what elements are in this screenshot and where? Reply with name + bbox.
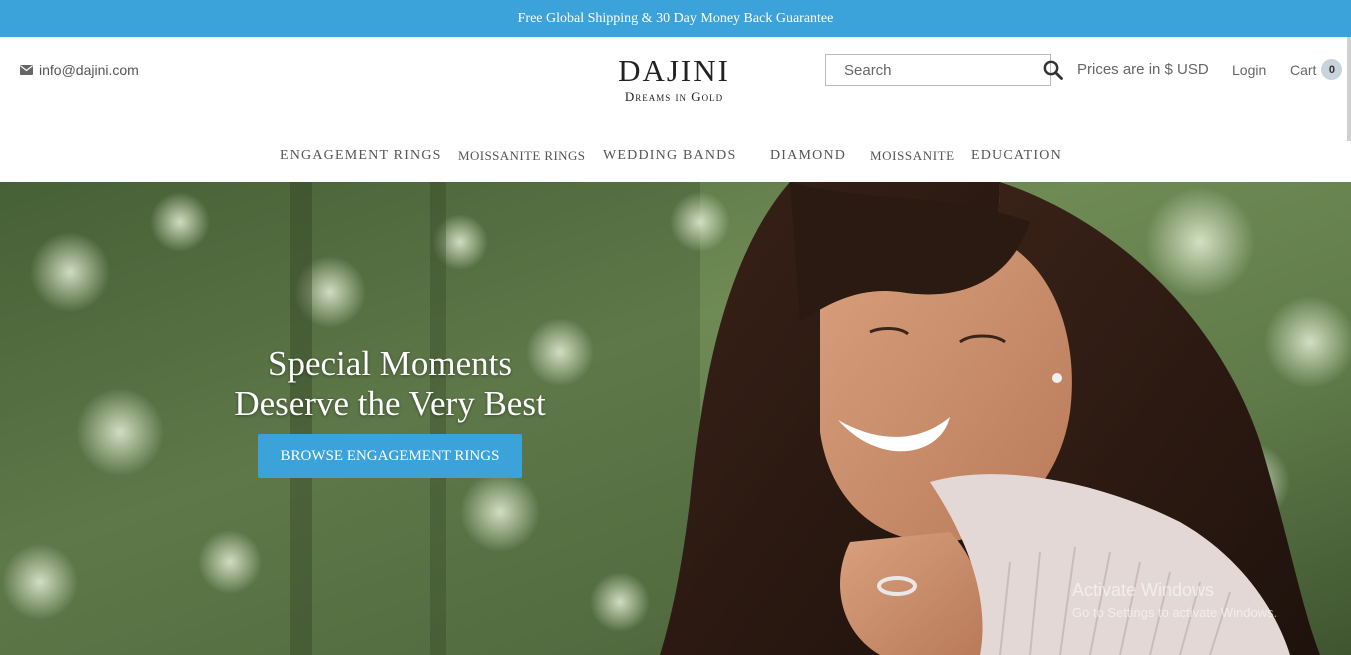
- cart-count-badge: 0: [1321, 59, 1343, 80]
- hero-title-line1: Special Moments: [268, 344, 512, 383]
- nav-moissanite[interactable]: MOISSANITE: [870, 148, 955, 164]
- search-box: [825, 54, 1063, 86]
- watermark-line1: Activate Windows: [1072, 580, 1215, 600]
- windows-activation-watermark: Activate Windows Go to Settings to activ…: [1072, 580, 1277, 620]
- site-logo[interactable]: DAJINI Dreams in Gold: [600, 53, 748, 105]
- hero-title-line2: Deserve the Very Best: [234, 384, 546, 423]
- contact-email-text: info@dajini.com: [39, 62, 139, 78]
- browse-engagement-rings-button[interactable]: BROWSE ENGAGEMENT RINGS: [258, 434, 522, 478]
- announcement-text: Free Global Shipping & 30 Day Money Back…: [517, 10, 834, 26]
- nav-wedding-bands[interactable]: WEDDING BANDS: [603, 148, 736, 164]
- contact-email-link[interactable]: info@dajini.com: [20, 62, 139, 78]
- logo-tagline: Dreams in Gold: [624, 89, 724, 104]
- nav-diamond[interactable]: DIAMOND: [770, 148, 846, 164]
- envelope-icon: [20, 65, 33, 75]
- login-link[interactable]: Login: [1232, 62, 1266, 78]
- cart-link[interactable]: Cart 0: [1290, 59, 1343, 80]
- hero-title: Special Moments Deserve the Very Best: [200, 344, 580, 424]
- currency-selector[interactable]: Prices are in $ USD: [1077, 61, 1209, 78]
- search-icon[interactable]: [1043, 55, 1063, 85]
- nav-engagement-rings[interactable]: ENGAGEMENT RINGS: [280, 148, 442, 164]
- announcement-bar: Free Global Shipping & 30 Day Money Back…: [0, 0, 1351, 37]
- nav-education[interactable]: EDUCATION: [971, 148, 1062, 164]
- scrollbar[interactable]: [1347, 37, 1351, 141]
- watermark-line2: Go to Settings to activate Windows.: [1072, 605, 1278, 620]
- search-input[interactable]: [826, 55, 1043, 85]
- cart-label: Cart: [1290, 61, 1317, 78]
- site-header: info@dajini.com DAJINI Dreams in Gold Pr…: [0, 37, 1351, 182]
- main-nav: ENGAGEMENT RINGS MOISSANITE RINGS WEDDIN…: [0, 148, 1351, 166]
- nav-moissanite-rings[interactable]: MOISSANITE RINGS: [458, 148, 585, 164]
- logo-name: DAJINI: [618, 53, 730, 88]
